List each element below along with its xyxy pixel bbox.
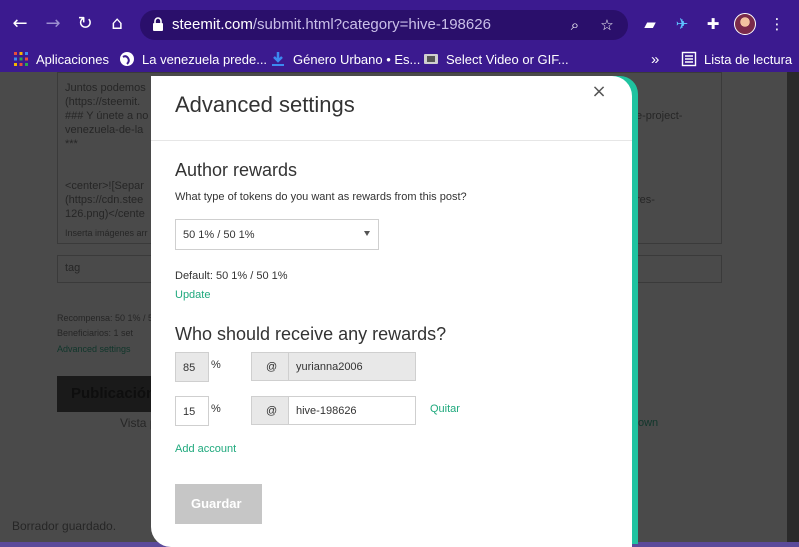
bookmark-apps[interactable]: Aplicaciones (13, 50, 109, 70)
at-prefix: @ (251, 352, 289, 381)
beneficiaries-title: Who should receive any rewards? (175, 324, 447, 344)
editor-line: Juntos podemos (65, 82, 146, 94)
reading-list[interactable]: Lista de lectura (681, 50, 792, 70)
author-rewards-question: What type of tokens do you want as rewar… (175, 191, 467, 203)
default-rewards-text: Default: 50 1% / 50 1% (175, 270, 288, 282)
reload-icon[interactable]: ↻ (73, 12, 97, 36)
forward-icon[interactable]: → (41, 12, 65, 36)
remove-beneficiary-link[interactable]: Quitar (430, 403, 460, 415)
lock-icon[interactable] (152, 17, 164, 31)
reward-type-value: 50 1% / 50 1% (183, 229, 255, 241)
tag-placeholder: tag (65, 262, 81, 274)
editor-line: (https://steemit. (65, 96, 141, 108)
modal-title: Advanced settings (175, 92, 355, 117)
beneficiary-account-field[interactable]: hive-198626 (288, 396, 416, 425)
at-prefix: @ (251, 396, 289, 425)
editor-line: *** (65, 138, 78, 150)
beneficiary-percent-field[interactable]: 15 (175, 396, 209, 426)
url-text: steemit.com/submit.html?category=hive-19… (172, 16, 491, 33)
author-rewards-title: Author rewards (175, 160, 298, 180)
chevron-down-icon (364, 231, 370, 236)
bookmark-venezuela[interactable]: La venezuela prede... (119, 50, 267, 70)
advanced-settings-modal: Advanced settings × Author rewards What … (151, 76, 632, 547)
editor-line: e-project- (636, 110, 683, 122)
cast-icon[interactable]: ▰ (640, 14, 660, 34)
save-button[interactable]: Guardar (175, 484, 262, 524)
extension-icon[interactable]: ✈ (672, 14, 692, 34)
editor-line: <center>![Separ (65, 180, 144, 192)
editor-line: res- (636, 194, 655, 206)
editor-line: (https://cdn.stee (65, 194, 144, 206)
reward-type-select[interactable]: 50 1% / 50 1% (175, 219, 379, 250)
markdown-link[interactable]: own (638, 417, 658, 429)
beneficiaries-summary: Beneficiarios: 1 set (57, 328, 134, 338)
apps-grid-icon (14, 52, 28, 66)
bookmark-select-video[interactable]: Select Video or GIF... (423, 50, 569, 70)
profile-avatar[interactable] (734, 13, 756, 35)
update-link[interactable]: Update (175, 289, 210, 301)
draft-saved-status: Borrador guardado. (12, 519, 117, 533)
star-icon[interactable]: ☆ (598, 16, 616, 34)
beneficiary-account-field[interactable]: yurianna2006 (288, 352, 416, 381)
reading-list-icon (681, 51, 697, 67)
percent-sign: % (211, 359, 221, 371)
publish-button[interactable]: Publicación (57, 376, 157, 412)
browser-toolbar: ← → ↻ ⌂ steemit.com/submit.html?category… (0, 0, 799, 48)
menu-icon[interactable]: ⋮ (767, 14, 787, 34)
bookmark-genero-urbano[interactable]: Género Urbano • Es... (270, 50, 420, 70)
puzzle-icon[interactable]: ✚ (703, 14, 723, 34)
globe-icon (120, 52, 134, 66)
address-bar[interactable]: steemit.com/submit.html?category=hive-19… (140, 10, 628, 40)
bookmarks-overflow[interactable]: » (651, 50, 659, 70)
editor-line: ### Y únete a no (65, 110, 149, 122)
add-account-link[interactable]: Add account (175, 443, 236, 455)
beneficiary-percent-field[interactable]: 85 (175, 352, 209, 382)
close-icon[interactable]: × (591, 83, 607, 101)
search-icon[interactable]: ⌕ (566, 16, 584, 34)
editor-line: venezuela-de-la (65, 124, 144, 136)
download-icon (272, 52, 284, 66)
editor-hint: Inserta imágenes arr (65, 228, 148, 238)
back-icon[interactable]: ← (8, 12, 32, 36)
home-icon[interactable]: ⌂ (105, 12, 129, 36)
editor-line: 126.png)</cente (65, 208, 145, 220)
video-icon (424, 54, 438, 64)
bookmarks-bar: Aplicaciones La venezuela prede... Géner… (0, 48, 799, 72)
modal-divider (151, 140, 632, 141)
rewards-summary: Recompensa: 50 1% / 5 (57, 313, 154, 323)
percent-sign: % (211, 403, 221, 415)
advanced-settings-link[interactable]: Advanced settings (57, 344, 131, 354)
page-scrollbar[interactable] (787, 72, 799, 547)
